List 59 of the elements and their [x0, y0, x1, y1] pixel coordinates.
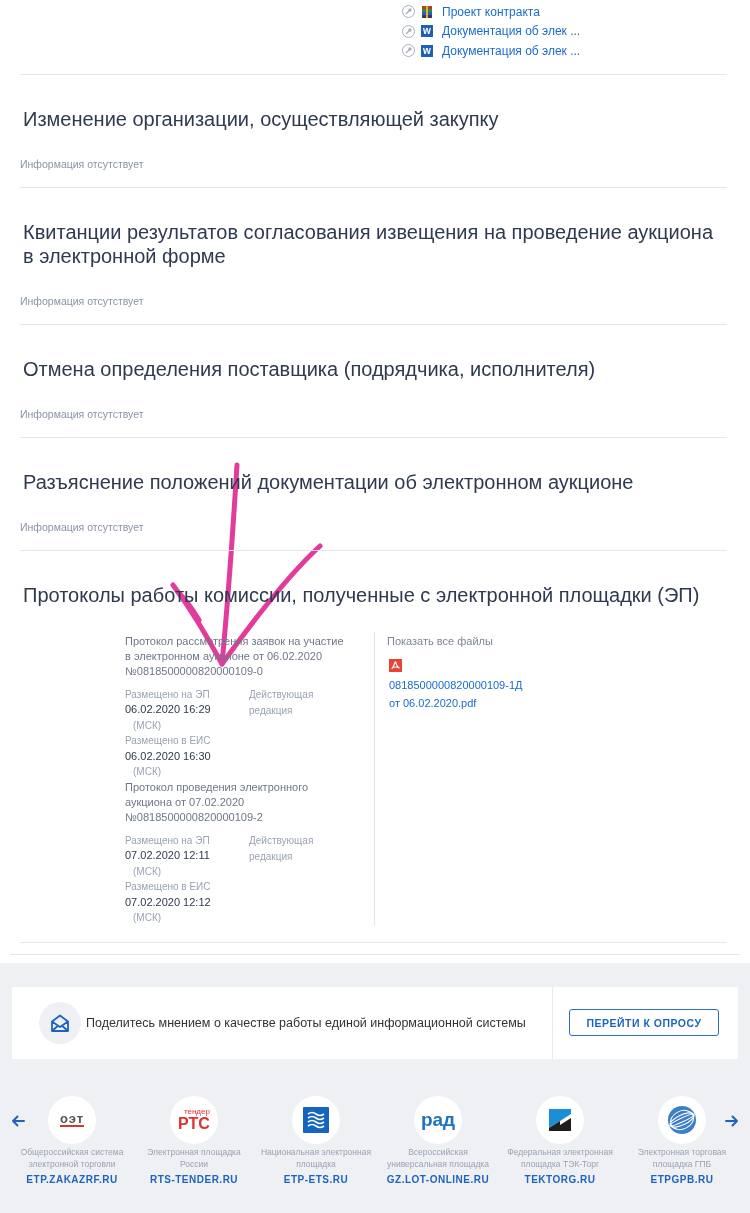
- platform-link[interactable]: ETPGPB.RU: [650, 1173, 714, 1185]
- attachment-link[interactable]: Проект контракта: [442, 4, 540, 19]
- timezone-note: (МСК): [132, 864, 163, 879]
- wave-square-icon: [303, 1106, 329, 1133]
- logo-wordmark: оэт: [59, 1112, 85, 1127]
- pdf-file-icon: [389, 658, 402, 672]
- section-title: Квитанции результатов согласования извещения на проведение аукциона в электронной форме: [22, 219, 715, 268]
- edition-status: Действующая редакция: [249, 833, 315, 864]
- platform-description: Электронная торговая площадка ГПБ: [636, 1145, 728, 1170]
- word-file-icon: w: [421, 25, 433, 38]
- platform-logo[interactable]: тендер РТС: [170, 1095, 218, 1144]
- platform-link[interactable]: RTS-TENDER.RU: [149, 1173, 239, 1185]
- platform-link[interactable]: ETP.ZAKAZRF.RU: [26, 1173, 118, 1185]
- platform-description: Всероссийская универсальная площадка: [386, 1145, 490, 1170]
- arrow-right-icon[interactable]: [725, 1114, 739, 1127]
- platform-logo[interactable]: оэт: [48, 1095, 96, 1144]
- publication-datetime: 06.02.2020 16:30: [125, 748, 212, 764]
- publication-label: Размещено на ЭП: [125, 687, 211, 702]
- publication-label: Размещено в ЕИС: [125, 880, 212, 894]
- platform-logo[interactable]: [536, 1095, 584, 1144]
- survey-button[interactable]: ПЕРЕЙТИ К ОПРОСУ: [569, 1009, 719, 1036]
- platform-link[interactable]: GZ.LOT-ONLINE.RU: [386, 1173, 490, 1185]
- edition-status: Действующая редакция: [249, 687, 315, 718]
- publication-datetime: 07.02.2020 12:12: [125, 894, 212, 910]
- empty-note: Информация отсутствует: [20, 293, 145, 308]
- logo-wordmark: тендер: [183, 1108, 210, 1116]
- publication-datetime: 07.02.2020 12:11: [125, 848, 211, 863]
- archive-file-icon: [421, 5, 433, 18]
- section-title: Изменение организации, осуществляющей закупку: [22, 106, 500, 131]
- platform-link[interactable]: TEKTORG.RU: [524, 1173, 596, 1185]
- empty-note: Информация отсутствует: [20, 406, 145, 421]
- file-link[interactable]: 0818500000820000109-1Д от 06.02.2020.pdf: [389, 675, 529, 712]
- empty-note: Информация отсутствует: [20, 156, 145, 171]
- timezone-note: (МСК): [132, 718, 163, 733]
- platform-logo[interactable]: рад: [414, 1095, 462, 1144]
- arrow-left-icon[interactable]: [11, 1114, 25, 1127]
- platform-link[interactable]: ETP-ETS.RU: [283, 1173, 349, 1185]
- platform-description: Национальная электронная площадка: [259, 1145, 373, 1170]
- platform-description: Федеральная электронная площадка ТЭК-Торг: [506, 1145, 614, 1170]
- survey-text: Поделитесь мнением о качестве работы единой информационной системы: [86, 1015, 527, 1030]
- attachment-link[interactable]: Документация об элек ...: [442, 24, 581, 39]
- timezone-note: (МСК): [132, 911, 163, 925]
- protocol-title: Протокол проведения электронного аукциона от 07.02.2020 №0818500000820000109-2: [125, 779, 310, 825]
- attachment-link[interactable]: Документация об элек ...: [442, 43, 581, 58]
- publication-datetime: 06.02.2020 16:29: [125, 702, 212, 717]
- timezone-note: (МСК): [132, 765, 163, 779]
- logo-wordmark: рад: [420, 1110, 456, 1129]
- logo-wordmark: РТС: [178, 1116, 210, 1131]
- publication-label: Размещено в ЕИС: [125, 734, 212, 748]
- split-square-icon: [547, 1106, 573, 1133]
- envelope-icon: [39, 1001, 81, 1044]
- empty-note: Информация отсутствует: [20, 519, 145, 534]
- publication-label: Размещено на ЭП: [125, 833, 211, 848]
- platform-description: Электронная площадка России: [146, 1145, 242, 1170]
- word-file-icon: w: [421, 44, 433, 57]
- show-all-files-link[interactable]: Показать все файлы: [387, 633, 727, 649]
- globe-icon: [667, 1104, 697, 1135]
- platform-description: Общероссийская система электронной торговли: [19, 1145, 125, 1170]
- section-title: Отмена определения поставщика (подрядчика, исполнителя): [22, 356, 597, 381]
